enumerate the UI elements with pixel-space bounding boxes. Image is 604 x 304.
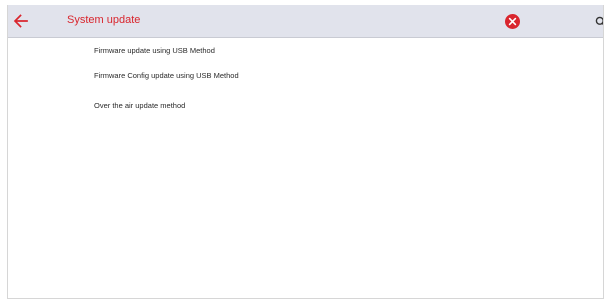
top-toolbar: System update	[8, 5, 603, 38]
back-button[interactable]	[12, 12, 30, 30]
list-item-firmware-config-usb[interactable]: Firmware Config update using USB Method	[94, 71, 239, 80]
search-button[interactable]	[595, 15, 603, 27]
list-item-ota-update[interactable]: Over the air update method	[94, 101, 185, 110]
arrow-left-icon	[13, 14, 28, 28]
search-icon	[595, 16, 603, 26]
list-item-firmware-usb[interactable]: Firmware update using USB Method	[94, 46, 215, 55]
app-window: System update Firmware update using USB …	[7, 5, 604, 299]
page-title: System update	[67, 14, 141, 26]
clear-button[interactable]	[504, 13, 521, 30]
close-circle-icon	[505, 14, 520, 29]
